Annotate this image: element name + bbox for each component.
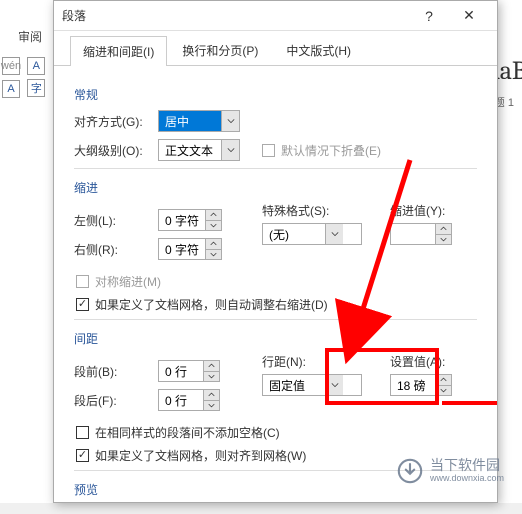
indent-grid-label: 如果定义了文档网格，则自动调整右缩进(D) <box>95 296 328 313</box>
chevron-up-icon[interactable] <box>436 224 451 235</box>
space-before-label: 段前(B): <box>74 363 152 380</box>
space-after-label: 段后(F): <box>74 392 152 409</box>
spinner-arrows <box>435 224 451 244</box>
chevron-down-icon[interactable] <box>436 235 451 245</box>
section-indent: 缩进 <box>74 179 477 196</box>
space-after-spinner[interactable]: 0 行 <box>158 389 220 411</box>
mirror-indent-label: 对称缩进(M) <box>95 273 161 290</box>
spinner-arrows <box>205 210 221 230</box>
tab-bar: 缩进和间距(I) 换行和分页(P) 中文版式(H) <box>54 31 497 66</box>
collapsed-checkbox <box>262 144 275 157</box>
chevron-up-icon[interactable] <box>204 390 219 401</box>
space-before-spinner[interactable]: 0 行 <box>158 360 220 382</box>
close-button[interactable]: ✕ <box>449 2 489 30</box>
chevron-down-icon[interactable] <box>206 250 221 260</box>
indent-left-label: 左侧(L): <box>74 212 152 229</box>
chevron-up-icon[interactable] <box>206 210 221 221</box>
at-spinner[interactable]: 18 磅 <box>390 374 452 396</box>
paragraph-dialog: 段落 ? ✕ 缩进和间距(I) 换行和分页(P) 中文版式(H) 常规 对齐方式… <box>53 0 498 503</box>
chevron-down-icon <box>325 375 343 395</box>
linespacing-dropdown[interactable]: 固定值 <box>262 374 362 396</box>
nospace-label: 在相同样式的段落间不添加空格(C) <box>95 424 280 441</box>
titlebar: 段落 ? ✕ <box>54 1 497 31</box>
ribbon-tab-review[interactable]: 审阅 <box>18 28 42 45</box>
snap-grid-label: 如果定义了文档网格，则对齐到网格(W) <box>95 447 306 464</box>
watermark: 当下软件园 www.downxia.com <box>396 457 504 485</box>
indent-by-spinner[interactable] <box>390 223 452 245</box>
outline-value: 正文文本 <box>159 140 221 160</box>
dialog-title: 段落 <box>62 7 86 24</box>
linespacing-value: 固定值 <box>263 375 325 395</box>
nospace-checkbox[interactable] <box>76 426 89 439</box>
font-box-a[interactable]: A <box>27 57 45 75</box>
chevron-up-icon[interactable] <box>204 361 219 372</box>
alignment-label: 对齐方式(G): <box>74 113 152 130</box>
special-dropdown[interactable]: (无) <box>262 223 362 245</box>
indent-right-spinner[interactable]: 0 字符 <box>158 238 222 260</box>
chevron-down-icon[interactable] <box>204 401 219 411</box>
chevron-down-icon <box>221 111 239 131</box>
watermark-url: www.downxia.com <box>430 474 504 484</box>
chevron-down-icon[interactable] <box>204 372 219 382</box>
special-label: 特殊格式(S): <box>262 202 372 219</box>
indent-left-spinner[interactable]: 0 字符 <box>158 209 222 231</box>
spinner-arrows <box>205 239 221 259</box>
collapsed-label: 默认情况下折叠(E) <box>281 142 381 159</box>
indent-by-value <box>391 224 435 244</box>
snap-grid-checkbox[interactable] <box>76 449 89 462</box>
watermark-text: 当下软件园 <box>430 458 504 473</box>
linespacing-label: 行距(N): <box>262 353 372 370</box>
dialog-content: 常规 对齐方式(G): 居中 大纲级别(O): 正文文本 默认情况下折叠(E) … <box>54 66 497 514</box>
spinner-arrows <box>435 375 451 395</box>
indent-grid-checkbox[interactable] <box>76 298 89 311</box>
chevron-up-icon[interactable] <box>436 375 451 386</box>
indent-left-value: 0 字符 <box>159 210 205 230</box>
help-button[interactable]: ? <box>409 2 449 30</box>
chevron-down-icon <box>221 140 239 160</box>
chevron-up-icon[interactable] <box>206 239 221 250</box>
section-general: 常规 <box>74 86 477 103</box>
indent-right-label: 右侧(R): <box>74 241 152 258</box>
special-value: (无) <box>263 224 325 244</box>
chevron-down-icon[interactable] <box>206 221 221 231</box>
at-label: 设置值(A): <box>390 353 470 370</box>
spinner-arrows <box>203 390 219 410</box>
space-after-value: 0 行 <box>159 390 203 410</box>
alignment-dropdown[interactable]: 居中 <box>158 110 240 132</box>
at-value: 18 磅 <box>391 375 435 395</box>
font-box-char[interactable]: 字 <box>27 79 45 97</box>
tab-asian-typography[interactable]: 中文版式(H) <box>273 35 364 65</box>
chevron-down-icon <box>325 224 343 244</box>
watermark-logo-icon <box>396 457 424 485</box>
spinner-arrows <box>203 361 219 381</box>
placeholder-box[interactable]: wén <box>2 57 20 75</box>
alignment-value: 居中 <box>159 111 221 131</box>
outline-dropdown[interactable]: 正文文本 <box>158 139 240 161</box>
section-spacing: 间距 <box>74 330 477 347</box>
tab-indent-spacing[interactable]: 缩进和间距(I) <box>70 36 167 66</box>
mirror-indent-checkbox <box>76 275 89 288</box>
font-box-a2[interactable]: A <box>2 80 20 98</box>
indent-right-value: 0 字符 <box>159 239 205 259</box>
indent-by-label: 缩进值(Y): <box>390 202 470 219</box>
tab-line-page-breaks[interactable]: 换行和分页(P) <box>169 35 271 65</box>
outline-label: 大纲级别(O): <box>74 142 152 159</box>
left-panel: wén A A 字 <box>0 55 50 100</box>
chevron-down-icon[interactable] <box>436 386 451 396</box>
space-before-value: 0 行 <box>159 361 203 381</box>
